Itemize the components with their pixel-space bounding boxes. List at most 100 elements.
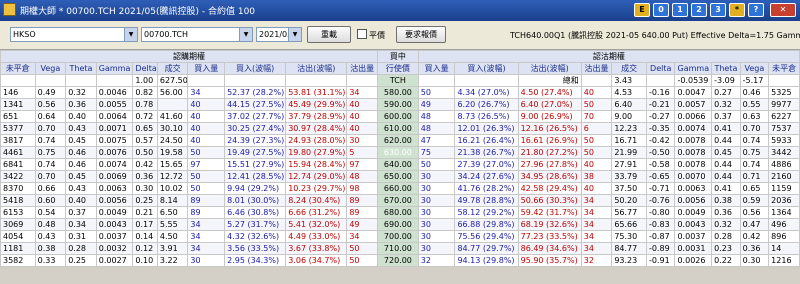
- call-bid[interactable]: 9.94 (29.2%): [224, 182, 287, 195]
- call-last-trade[interactable]: 19.58: [156, 146, 189, 159]
- put-bid[interactable]: 16.21 (26.4%): [454, 134, 519, 147]
- put-ask[interactable]: 21.80 (27.2%): [517, 146, 582, 159]
- col-header[interactable]: 買入(波幅): [454, 62, 519, 75]
- chevron-down-icon[interactable]: ▼: [124, 28, 137, 41]
- call-ask[interactable]: 45.49 (29.9%): [285, 98, 348, 111]
- col-header[interactable]: 未平倉: [0, 62, 36, 75]
- title-button-0[interactable]: 0: [653, 3, 669, 17]
- put-delta[interactable]: -0.35: [645, 122, 676, 135]
- call-vega[interactable]: 0.74: [34, 158, 67, 171]
- put-last-trade[interactable]: 4.53: [611, 86, 647, 99]
- put-delta[interactable]: -0.89: [645, 242, 676, 255]
- put-vega[interactable]: 0.70: [739, 122, 770, 135]
- call-ask-qty[interactable]: 30: [346, 134, 379, 147]
- put-delta[interactable]: -0.91: [645, 254, 676, 267]
- put-bid-qty[interactable]: 30: [417, 182, 456, 195]
- put-gamma[interactable]: 0.0066: [674, 110, 713, 123]
- call-delta[interactable]: 0.30: [132, 182, 158, 195]
- put-ask[interactable]: 4.50 (27.4%): [517, 86, 582, 99]
- call-bid-qty[interactable]: 40: [187, 110, 226, 123]
- close-button[interactable]: ✕: [770, 3, 796, 17]
- strike-price[interactable]: 720.00: [377, 254, 419, 267]
- put-vega[interactable]: 0.63: [739, 110, 770, 123]
- col-header[interactable]: Vega: [34, 62, 67, 75]
- put-bid[interactable]: 94.13 (29.8%): [454, 254, 519, 267]
- put-theta[interactable]: 0.36: [711, 206, 741, 219]
- col-header[interactable]: Theta: [65, 62, 97, 75]
- put-delta[interactable]: -0.21: [645, 98, 676, 111]
- chevron-down-icon[interactable]: ▼: [288, 28, 301, 41]
- call-bid[interactable]: 37.02 (27.7%): [224, 110, 287, 123]
- put-bid[interactable]: 84.77 (29.7%): [454, 242, 519, 255]
- call-delta[interactable]: 0.82: [132, 86, 158, 99]
- call-vega[interactable]: 0.49: [34, 86, 67, 99]
- call-delta[interactable]: 0.50: [132, 146, 158, 159]
- call-bid-qty[interactable]: 40: [187, 122, 226, 135]
- call-theta[interactable]: 0.28: [65, 242, 97, 255]
- put-bid[interactable]: 41.76 (28.2%): [454, 182, 519, 195]
- col-header[interactable]: 沽出量: [580, 62, 613, 75]
- put-ask[interactable]: 6.40 (27.0%): [517, 98, 582, 111]
- put-bid[interactable]: 49.78 (28.8%): [454, 194, 519, 207]
- put-gamma[interactable]: 0.0026: [674, 254, 713, 267]
- call-vega[interactable]: 0.66: [34, 182, 67, 195]
- call-bid[interactable]: 30.25 (27.4%): [224, 122, 287, 135]
- put-last-trade[interactable]: 65.66: [611, 218, 647, 231]
- option-row[interactable]: 6153 0.54 0.37 0.0049 0.21 6.50 89 6.46 (30.8%)…: [0, 206, 800, 219]
- put-ask-qty[interactable]: 34: [580, 194, 613, 207]
- call-open-interest[interactable]: 4054: [0, 230, 36, 243]
- strike-price[interactable]: 620.00: [377, 134, 419, 147]
- put-bid-qty[interactable]: 50: [417, 86, 456, 99]
- call-last-trade[interactable]: 10.02: [156, 182, 189, 195]
- option-row[interactable]: 146 0.49 0.32 0.0046 0.82 56.00 34 52.37 (28.2%…: [0, 86, 800, 99]
- put-ask-qty[interactable]: 34: [580, 242, 613, 255]
- call-vega[interactable]: 0.75: [34, 146, 67, 159]
- call-ask[interactable]: 19.80 (27.9%): [285, 146, 348, 159]
- put-last-trade[interactable]: 33.79: [611, 170, 647, 183]
- col-header[interactable]: 成交: [611, 62, 647, 75]
- call-delta[interactable]: 0.17: [132, 218, 158, 231]
- call-ask-qty[interactable]: 97: [346, 158, 379, 171]
- put-bid[interactable]: 8.73 (26.5%): [454, 110, 519, 123]
- call-delta[interactable]: 0.78: [132, 98, 158, 111]
- col-header[interactable]: 沽出(波幅): [517, 62, 582, 75]
- put-delta[interactable]: -0.65: [645, 170, 676, 183]
- option-row[interactable]: 651 0.64 0.40 0.0064 0.72 41.60 40 37.02 (27.7%…: [0, 110, 800, 123]
- put-ask-qty[interactable]: 40: [580, 86, 613, 99]
- call-delta[interactable]: 0.21: [132, 206, 158, 219]
- request-quote-button[interactable]: 要求報價: [396, 26, 446, 43]
- call-theta[interactable]: 0.43: [65, 122, 97, 135]
- col-header[interactable]: Gamma: [674, 62, 713, 75]
- call-bid[interactable]: 12.41 (28.5%): [224, 170, 287, 183]
- option-row[interactable]: 5377 0.70 0.43 0.0071 0.65 30.10 40 30.25 (27.4…: [0, 122, 800, 135]
- call-last-trade[interactable]: [156, 98, 189, 111]
- col-header[interactable]: 沽出(波幅): [285, 62, 348, 75]
- call-theta[interactable]: 0.43: [65, 182, 97, 195]
- put-last-trade[interactable]: 16.71: [611, 134, 647, 147]
- col-header[interactable]: Gamma: [95, 62, 134, 75]
- call-open-interest[interactable]: 146: [0, 86, 36, 99]
- call-delta[interactable]: 0.25: [132, 194, 158, 207]
- put-bid[interactable]: 12.01 (26.3%): [454, 122, 519, 135]
- call-theta[interactable]: 0.40: [65, 110, 97, 123]
- put-vega[interactable]: 0.36: [739, 242, 770, 255]
- put-gamma[interactable]: 0.0070: [674, 170, 713, 183]
- put-ask[interactable]: 59.42 (31.7%): [517, 206, 582, 219]
- call-vega[interactable]: 0.48: [34, 218, 67, 231]
- put-ask[interactable]: 27.96 (27.8%): [517, 158, 582, 171]
- col-header[interactable]: 行使價: [377, 62, 419, 75]
- put-ask-qty[interactable]: 50: [580, 134, 613, 147]
- col-header[interactable]: Delta: [645, 62, 676, 75]
- put-open-interest[interactable]: 9977: [768, 98, 800, 111]
- put-vega[interactable]: 0.46: [739, 86, 770, 99]
- put-open-interest[interactable]: 1159: [768, 182, 800, 195]
- call-open-interest[interactable]: 1341: [0, 98, 36, 111]
- put-last-trade[interactable]: 12.23: [611, 122, 647, 135]
- put-theta[interactable]: 0.41: [711, 182, 741, 195]
- put-bid-qty[interactable]: 75: [417, 146, 456, 159]
- call-last-trade[interactable]: 15.65: [156, 158, 189, 171]
- call-ask-qty[interactable]: 40: [346, 110, 379, 123]
- call-theta[interactable]: 0.46: [65, 158, 97, 171]
- call-ask[interactable]: 12.74 (29.0%): [285, 170, 348, 183]
- call-ask[interactable]: 8.24 (30.4%): [285, 194, 348, 207]
